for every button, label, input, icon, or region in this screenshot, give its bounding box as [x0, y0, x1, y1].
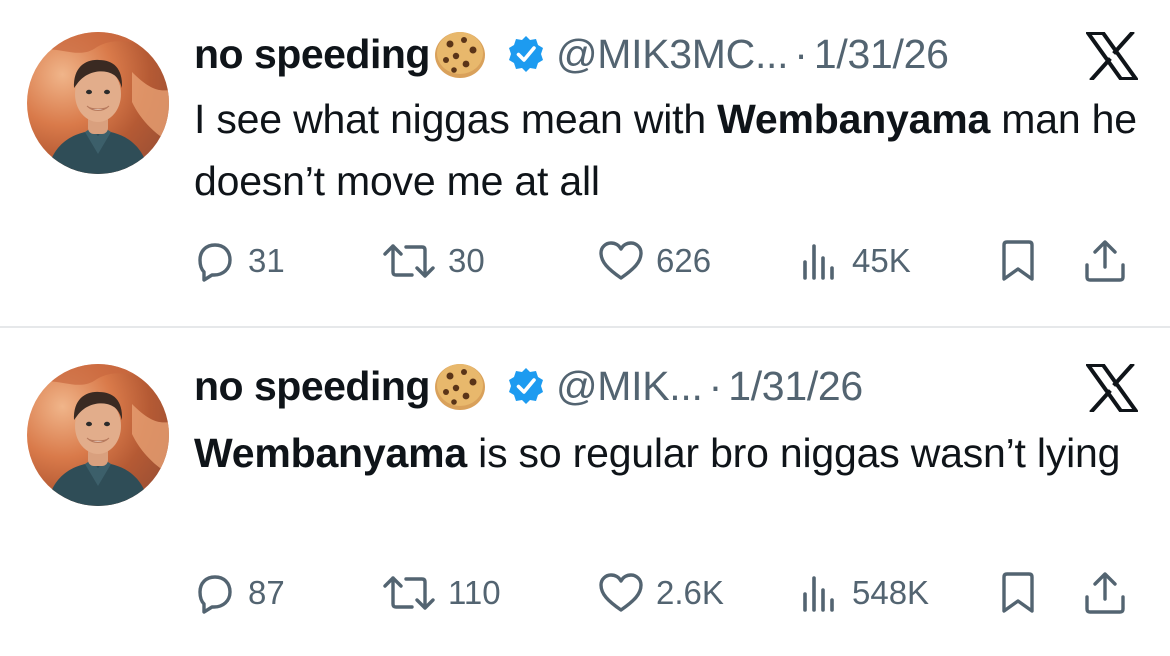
bookmark-button[interactable]	[998, 568, 1038, 618]
share-button[interactable]	[1082, 568, 1128, 618]
like-button[interactable]: 2.6K	[598, 568, 724, 618]
bookmark-icon	[998, 571, 1038, 615]
retweet-count: 30	[448, 242, 485, 279]
retweet-count: 110	[448, 574, 501, 611]
views-button[interactable]: 548K	[800, 568, 929, 618]
bookmark-icon	[998, 239, 1038, 283]
tweet-card[interactable]: no speeding @MIK... · 1/31/26 Wembanyama…	[0, 328, 1170, 656]
retweet-button[interactable]: 30	[382, 236, 485, 286]
action-bar: 31 30 626 45K	[194, 236, 1144, 286]
share-icon	[1082, 571, 1128, 615]
action-bar: 87 110 2.6K 548K	[194, 568, 1144, 618]
reply-icon	[194, 240, 236, 282]
tweet-text-segment: I see what niggas mean with	[194, 96, 718, 142]
reply-button[interactable]: 87	[194, 568, 285, 618]
views-button[interactable]: 45K	[800, 236, 911, 286]
views-count: 548K	[852, 574, 930, 611]
bookmark-button[interactable]	[998, 236, 1038, 286]
tweet-text-bold: Wembanyama	[194, 430, 467, 476]
user-handle[interactable]: @MIK3MC...	[556, 31, 789, 78]
avatar[interactable]	[27, 364, 169, 506]
like-count: 2.6K	[656, 574, 724, 611]
views-count: 45K	[852, 242, 911, 279]
x-logo-icon	[1086, 364, 1138, 412]
separator-dot: ·	[708, 362, 723, 409]
x-logo-icon	[1086, 32, 1138, 80]
tweet-date[interactable]: 1/31/26	[728, 363, 863, 410]
tweet-text-segment: is so regular bro niggas wasn’t lying	[466, 430, 1121, 476]
views-icon	[800, 240, 840, 282]
like-button[interactable]: 626	[598, 236, 711, 286]
retweet-icon	[382, 573, 436, 613]
views-icon	[800, 572, 840, 614]
like-count: 626	[656, 242, 712, 279]
user-handle[interactable]: @MIK...	[556, 363, 703, 410]
like-icon	[598, 240, 644, 282]
reply-count: 31	[248, 242, 285, 279]
share-button[interactable]	[1082, 236, 1128, 286]
reply-icon	[194, 572, 236, 614]
tweet-header: no speeding @MIK... · 1/31/26	[194, 360, 863, 412]
reply-button[interactable]: 31	[194, 236, 285, 286]
like-icon	[598, 572, 644, 614]
verified-badge-icon[interactable]	[506, 34, 546, 74]
separator-dot: ·	[794, 30, 808, 77]
tweet-header: no speeding @MIK3MC... · 1/31/26	[194, 28, 949, 80]
tweet-date[interactable]: 1/31/26	[814, 31, 949, 78]
reply-count: 87	[248, 574, 285, 611]
cookie-icon	[432, 360, 492, 412]
tweet-text-bold: Wembanyama	[717, 96, 991, 142]
share-icon	[1082, 239, 1128, 283]
retweet-icon	[382, 241, 436, 281]
display-name[interactable]: no speeding	[194, 363, 430, 410]
display-name[interactable]: no speeding	[194, 31, 430, 78]
tweet-text: Wembanyama is so regular bro niggas wasn…	[194, 422, 1154, 484]
retweet-button[interactable]: 110	[382, 568, 501, 618]
tweet-card[interactable]: no speeding @MIK3MC... · 1/31/26 I see w…	[0, 0, 1170, 327]
avatar[interactable]	[27, 32, 169, 174]
verified-badge-icon[interactable]	[506, 366, 546, 406]
tweet-text: I see what niggas mean with Wembanyama m…	[194, 88, 1154, 212]
cookie-icon	[432, 28, 492, 80]
